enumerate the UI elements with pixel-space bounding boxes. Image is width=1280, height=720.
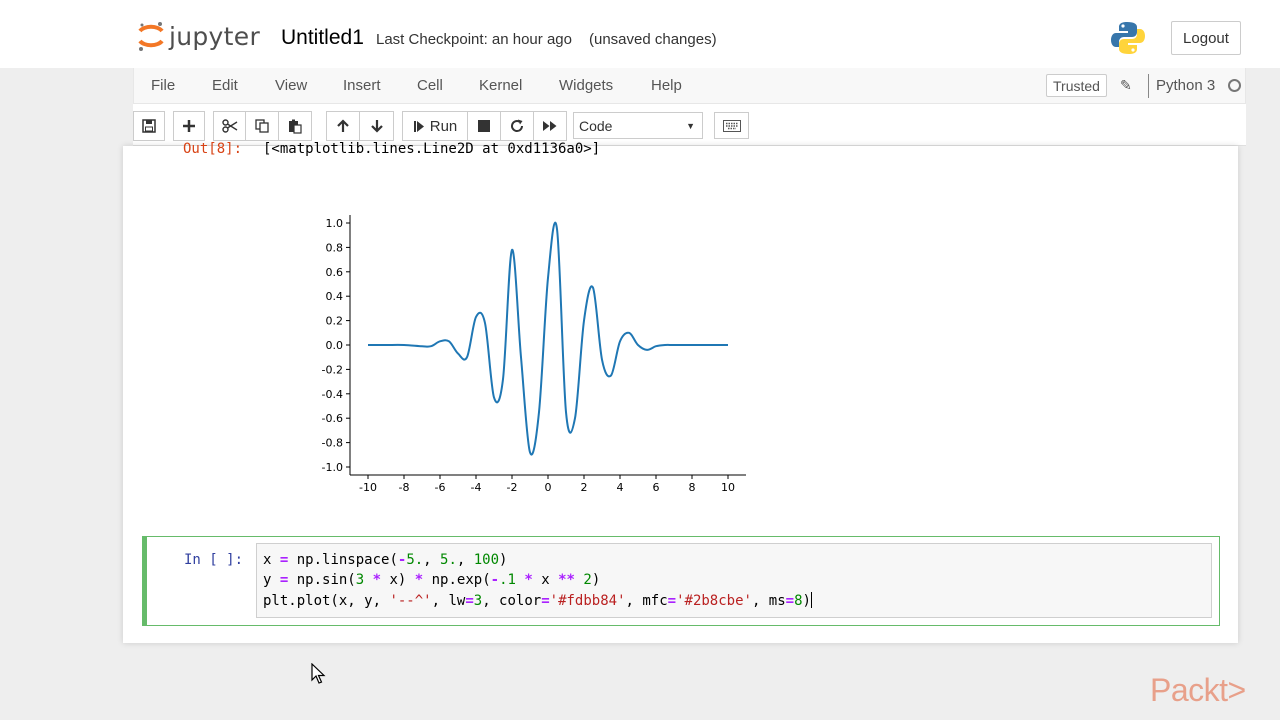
output-plot: 1.0 0.8 0.6 0.4 0.2 0.0 -0.2 -0.4 -0.6 -0.8 -1.0 -1…	[300, 200, 760, 505]
menu-widgets[interactable]: Widgets	[559, 77, 613, 94]
chevron-down-icon: ▼	[686, 121, 695, 131]
cell-type-select[interactable]: Code ▼	[573, 112, 703, 139]
paste-button[interactable]	[279, 111, 312, 141]
text-cursor	[810, 592, 812, 608]
python-logo-icon	[1110, 20, 1146, 61]
plus-icon	[183, 120, 195, 132]
jupyter-logo-icon	[138, 22, 164, 51]
run-label: Run	[429, 117, 458, 135]
y-tick-label: 1.0	[326, 217, 344, 230]
logout-button[interactable]: Logout	[1171, 21, 1241, 55]
paste-icon	[289, 119, 302, 134]
unsaved-indicator: (unsaved changes)	[589, 31, 717, 48]
line-chart: 1.0 0.8 0.6 0.4 0.2 0.0 -0.2 -0.4 -0.6 -0.8 -1.0 -1…	[322, 215, 746, 494]
menu-file[interactable]: File	[151, 77, 175, 94]
output-text: [<matplotlib.lines.Line2D at 0xd1136a0>]	[263, 141, 601, 157]
x-tick-label: 10	[721, 481, 735, 494]
y-tick-label: 0.6	[326, 266, 344, 279]
code-line-3: plt.plot(x, y, '--^', lw=3, color='#fdbb…	[263, 592, 812, 609]
jupyter-logo[interactable]: jupyter	[137, 20, 260, 52]
x-tick-label: 0	[545, 481, 552, 494]
save-button[interactable]	[133, 111, 165, 141]
y-tick-label: 0.4	[326, 290, 344, 303]
y-tick-label: -0.8	[322, 437, 343, 450]
arrow-up-icon	[337, 119, 349, 132]
y-tick-label: -1.0	[322, 461, 343, 474]
command-palette-button[interactable]	[714, 112, 749, 139]
mouse-pointer-icon	[311, 662, 327, 690]
y-tick-label: -0.4	[322, 388, 343, 401]
x-tick-label: -8	[399, 481, 410, 494]
kernel-divider	[1148, 74, 1149, 98]
run-button[interactable]: Run	[402, 111, 468, 141]
kernel-status-icon	[1228, 79, 1241, 92]
notebook-name[interactable]: Untitled1	[281, 26, 364, 50]
interrupt-button[interactable]	[468, 111, 501, 141]
menubar: File Edit View Insert Cell Kernel Widget…	[133, 68, 1246, 104]
y-tick-label: 0.2	[326, 315, 344, 328]
save-icon	[142, 119, 156, 133]
cell-type-value: Code	[579, 117, 613, 134]
menu-insert[interactable]: Insert	[343, 77, 381, 94]
jupyter-logo-text: jupyter	[169, 21, 261, 51]
y-tick-label: -0.6	[322, 412, 343, 425]
copy-icon	[255, 119, 269, 133]
move-up-button[interactable]	[326, 111, 360, 141]
code-line-1: x = np.linspace(-5., 5., 100)	[263, 552, 508, 568]
output-prompt: Out[8]:	[183, 141, 243, 157]
trusted-indicator[interactable]: Trusted	[1046, 74, 1107, 97]
x-tick-label: -2	[507, 481, 518, 494]
toolbar: Run Code ▼	[133, 104, 1246, 146]
move-down-button[interactable]	[360, 111, 394, 141]
cell-selection-bar	[142, 536, 147, 626]
menu-view[interactable]: View	[275, 77, 307, 94]
packt-watermark: Packt>	[1150, 672, 1246, 708]
x-tick-label: -10	[359, 481, 377, 494]
restart-button[interactable]	[501, 111, 534, 141]
x-tick-label: -4	[471, 481, 482, 494]
series-line	[368, 221, 728, 456]
edit-pencil-icon[interactable]: ✎	[1120, 77, 1132, 94]
x-tick-label: -6	[435, 481, 446, 494]
y-tick-label: 0.0	[326, 339, 344, 352]
scissors-icon	[221, 119, 237, 133]
arrow-down-icon	[370, 120, 383, 133]
x-tick-label: 6	[653, 481, 660, 494]
input-prompt: In [ ]:	[184, 552, 244, 568]
x-tick-label: 2	[581, 481, 588, 494]
restart-run-all-button[interactable]	[534, 111, 567, 141]
step-forward-icon	[413, 120, 424, 132]
menu-help[interactable]: Help	[651, 77, 682, 94]
x-tick-label: 4	[617, 481, 624, 494]
fast-forward-icon	[543, 121, 557, 131]
x-tick-label: 8	[689, 481, 696, 494]
checkpoint-status: Last Checkpoint: an hour ago	[376, 31, 572, 48]
cut-button[interactable]	[213, 111, 246, 141]
y-tick-label: 0.8	[326, 241, 344, 254]
y-tick-label: -0.2	[322, 363, 343, 376]
kernel-name: Python 3	[1156, 77, 1216, 94]
keyboard-icon	[722, 119, 741, 132]
menu-edit[interactable]: Edit	[212, 77, 238, 94]
insert-cell-button[interactable]	[173, 111, 205, 141]
menu-cell[interactable]: Cell	[417, 77, 443, 94]
refresh-icon	[511, 119, 524, 132]
copy-button[interactable]	[246, 111, 279, 141]
notebook-header: jupyter Untitled1 Last Checkpoint: an ho…	[0, 0, 1280, 68]
code-line-2: y = np.sin(3 * x) * np.exp(-.1 * x ** 2)	[263, 572, 601, 588]
menu-kernel[interactable]: Kernel	[479, 77, 522, 94]
stop-icon	[478, 120, 490, 132]
